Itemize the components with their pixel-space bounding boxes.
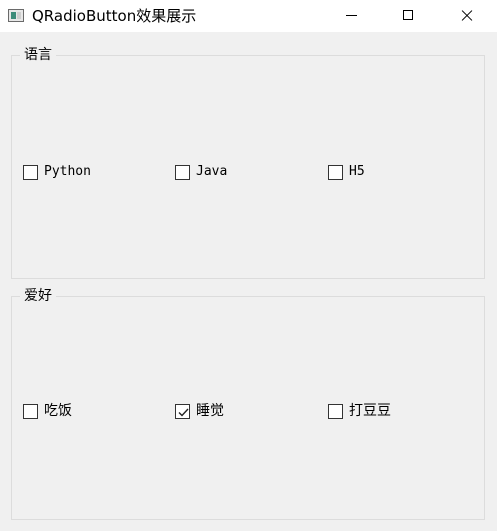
hobby-groupbox: 爱好 吃饭 睡觉 打豆豆: [11, 287, 485, 520]
eat-checkbox-icon[interactable]: [23, 403, 38, 419]
option-play-doudou[interactable]: 打豆豆: [328, 401, 391, 421]
python-checkbox-icon[interactable]: [23, 164, 38, 180]
option-play-doudou-label: 打豆豆: [349, 403, 391, 419]
option-eat-label: 吃饭: [44, 403, 72, 419]
language-group-title: 语言: [20, 46, 56, 64]
maximize-button[interactable]: [385, 0, 431, 32]
option-h5[interactable]: H5: [328, 162, 365, 182]
h5-checkbox-icon[interactable]: [328, 164, 343, 180]
close-button[interactable]: [443, 0, 489, 32]
java-checkbox-icon[interactable]: [175, 164, 190, 180]
option-java-label: Java: [196, 164, 228, 179]
title-bar[interactable]: QRadioButton效果展示: [0, 0, 497, 32]
option-eat[interactable]: 吃饭: [23, 401, 72, 421]
app-window-icon: [8, 9, 24, 22]
option-sleep-label: 睡觉: [196, 403, 224, 419]
option-h5-label: H5: [349, 164, 365, 179]
checkmark-icon: [178, 408, 189, 417]
window-title: QRadioButton效果展示: [32, 7, 197, 25]
play-doudou-checkbox-icon[interactable]: [328, 403, 343, 419]
option-sleep[interactable]: 睡觉: [175, 401, 224, 421]
option-java[interactable]: Java: [175, 162, 227, 182]
hobby-group-title: 爱好: [20, 287, 56, 305]
option-python-label: Python: [44, 164, 91, 179]
sleep-checkbox-icon[interactable]: [175, 403, 190, 419]
minimize-button[interactable]: [329, 0, 375, 32]
language-groupbox: 语言 Python Java H5: [11, 46, 485, 279]
option-python[interactable]: Python: [23, 162, 91, 182]
